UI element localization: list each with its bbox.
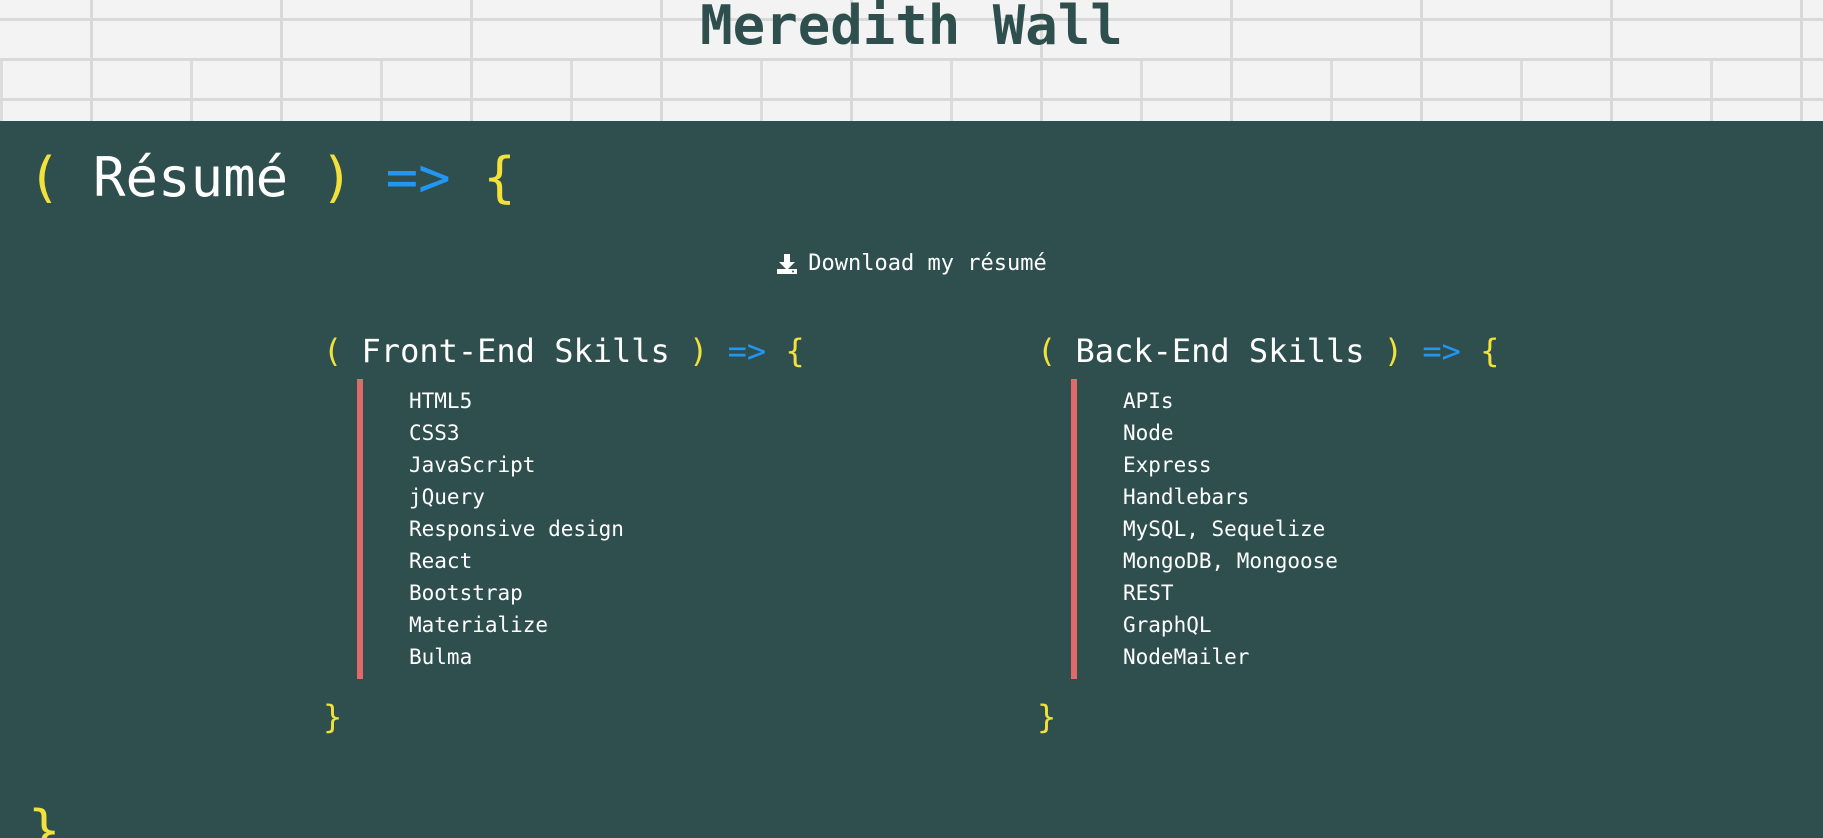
list-item: React bbox=[409, 549, 473, 573]
back-end-skills-block: ( Back-End Skills ) => { APIs Node Expre… bbox=[1037, 335, 1499, 733]
arrow: => bbox=[385, 146, 451, 209]
download-label: Download my résumé bbox=[808, 251, 1047, 276]
front-end-title: Front-End Skills bbox=[361, 332, 670, 370]
download-icon bbox=[776, 253, 798, 275]
list-item: MySQL, Sequelize bbox=[1123, 517, 1326, 541]
close-paren: ) bbox=[320, 146, 354, 209]
close-paren: ) bbox=[689, 332, 709, 370]
front-end-heading: ( Front-End Skills ) => { bbox=[323, 335, 805, 367]
open-paren: ( bbox=[323, 332, 343, 370]
front-end-skill-list: HTML5 CSS3 JavaScript jQuery Responsive … bbox=[357, 379, 729, 679]
close-brace: } bbox=[1037, 698, 1057, 736]
list-item: Express bbox=[1123, 453, 1212, 477]
list-item: APIs bbox=[1123, 389, 1174, 413]
resume-title: Résumé bbox=[93, 146, 289, 209]
download-row: Download my résumé bbox=[0, 251, 1823, 281]
open-brace: { bbox=[483, 146, 516, 209]
list-item: GraphQL bbox=[1123, 613, 1212, 637]
list-item: Bootstrap bbox=[409, 581, 523, 605]
resume-close-brace: } bbox=[28, 799, 61, 838]
open-paren: ( bbox=[1037, 332, 1057, 370]
resume-heading: ( Résumé ) => { bbox=[28, 151, 516, 205]
open-paren: ( bbox=[28, 146, 61, 209]
arrow: => bbox=[727, 332, 767, 370]
back-end-heading: ( Back-End Skills ) => { bbox=[1037, 335, 1499, 367]
back-end-skill-list: APIs Node Express Handlebars MySQL, Sequ… bbox=[1071, 379, 1443, 679]
list-item: CSS3 bbox=[409, 421, 460, 445]
list-item: jQuery bbox=[409, 485, 485, 509]
arrow: => bbox=[1422, 332, 1461, 370]
list-item: Node bbox=[1123, 421, 1174, 445]
list-item: Materialize bbox=[409, 613, 549, 637]
close-paren: ) bbox=[1383, 332, 1404, 370]
front-end-skills-block: ( Front-End Skills ) => { HTML5 CSS3 Jav… bbox=[323, 335, 805, 733]
list-item: JavaScript bbox=[409, 453, 536, 477]
download-resume-link[interactable]: Download my résumé bbox=[776, 251, 1047, 276]
resume-section: ( Résumé ) => { Download my résumé ( Fro… bbox=[0, 121, 1823, 838]
open-brace: { bbox=[1480, 332, 1500, 370]
list-item: Bulma bbox=[409, 645, 473, 669]
list-item: NodeMailer bbox=[1123, 645, 1250, 669]
open-brace: { bbox=[785, 332, 805, 370]
list-item: Responsive design bbox=[409, 517, 624, 541]
back-end-title: Back-End Skills bbox=[1075, 332, 1365, 370]
list-item: MongoDB, Mongoose bbox=[1123, 549, 1338, 573]
list-item: HTML5 bbox=[409, 389, 473, 413]
close-brace: } bbox=[323, 698, 343, 736]
page: Meredith Wall ( Résumé ) => { Download m… bbox=[0, 0, 1823, 838]
list-item: Handlebars bbox=[1123, 485, 1250, 509]
brick-header: Meredith Wall bbox=[0, 0, 1823, 121]
site-title: Meredith Wall bbox=[700, 0, 1123, 57]
list-item: REST bbox=[1123, 581, 1174, 605]
